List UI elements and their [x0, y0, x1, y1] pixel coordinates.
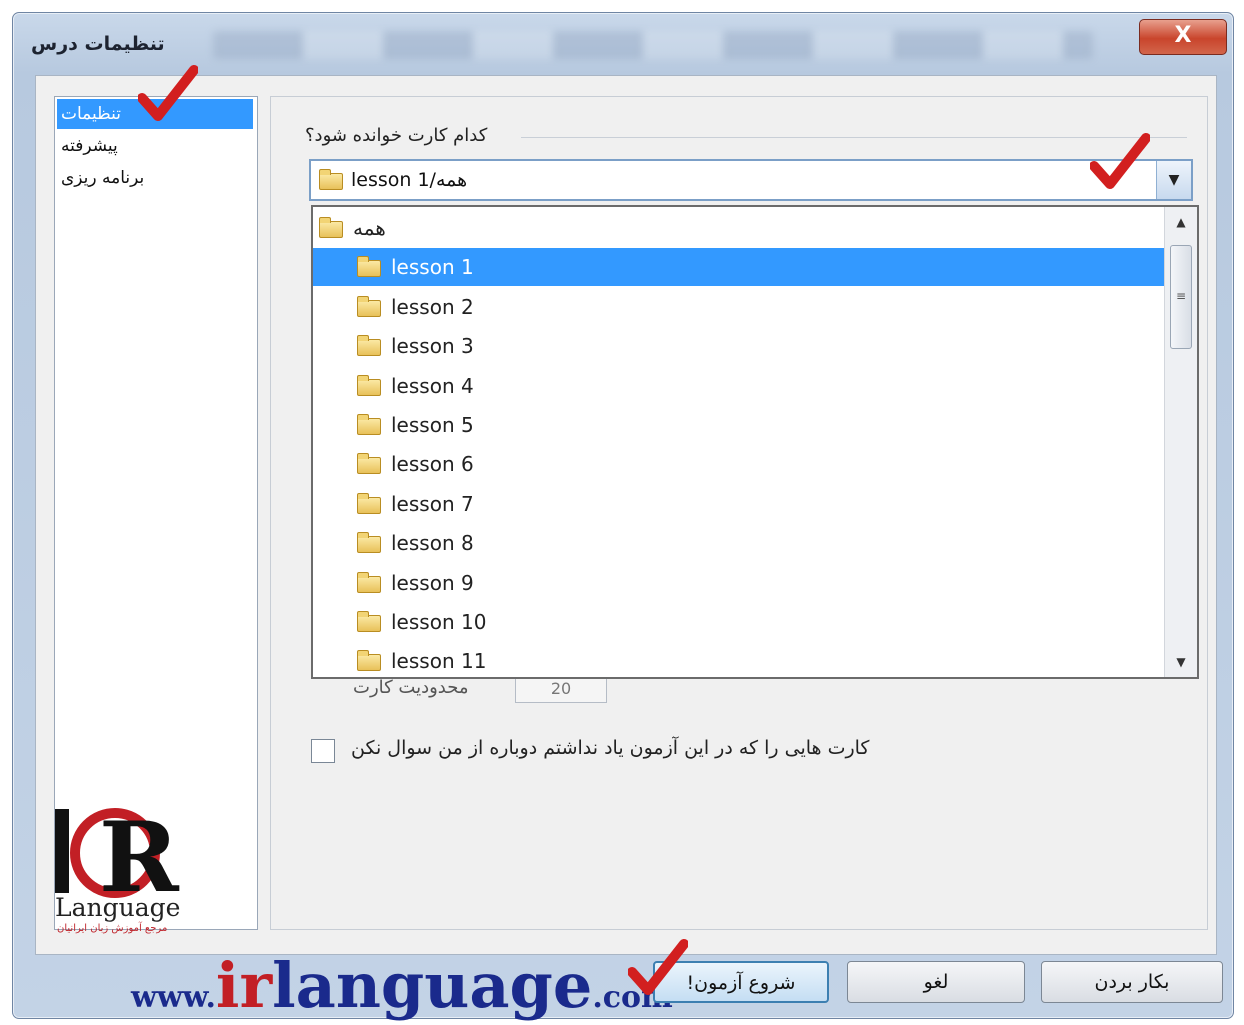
list-item[interactable]: lesson 2 [313, 288, 1165, 326]
svg-text:R: R [99, 805, 180, 901]
list-item[interactable]: lesson 3 [313, 327, 1165, 365]
list-item[interactable]: lesson 10 [313, 603, 1165, 641]
scroll-down-icon[interactable]: ▼ [1165, 647, 1197, 677]
list-item-label: lesson 6 [391, 452, 474, 477]
logo-tagline: مرجع آموزش زبان ایرانیان [57, 923, 168, 934]
folder-icon [357, 492, 381, 514]
list-item[interactable]: lesson 9 [313, 564, 1165, 602]
apply-button[interactable]: بکار بردن [1041, 961, 1223, 1003]
list-item-label: lesson 11 [391, 649, 487, 674]
list-item[interactable]: lesson 8 [313, 524, 1165, 562]
list-item-label: lesson 5 [391, 413, 474, 437]
folder-icon [357, 374, 381, 396]
list-item[interactable]: lesson 1 [313, 248, 1165, 287]
folder-icon [357, 650, 381, 672]
list-item-label: همه [353, 216, 386, 240]
card-set-dropdown[interactable]: همه lesson 1 lesson 2 lesson 3 lesson 4 lesso… [311, 205, 1199, 679]
title-bar[interactable]: تنظیمات درس X [13, 13, 1233, 77]
dont-ask-again-checkbox[interactable] [311, 739, 335, 763]
irlanguage-logo: R Language مرجع آموزش زبان ایرانیان [55, 801, 245, 935]
settings-nav-list: تنظیمات پیشرفته برنامه ریزی R Language م… [54, 96, 258, 934]
list-item[interactable]: همه [313, 209, 1165, 247]
folder-icon [357, 571, 381, 593]
watermark-www: www. [131, 980, 216, 1015]
folder-icon [319, 217, 343, 238]
list-item-label: lesson 3 [391, 334, 474, 359]
list-item[interactable]: lesson 4 [313, 367, 1165, 405]
settings-group: کدام کارت خوانده شود؟ lesson 1/همه ▼ محد… [270, 96, 1208, 930]
folder-icon [357, 256, 381, 278]
list-item[interactable]: lesson 5 [313, 406, 1165, 444]
start-test-button[interactable]: شروع آزمون! [653, 961, 829, 1003]
list-item-label: lesson 8 [391, 531, 474, 556]
list-item[interactable]: lesson 6 [313, 445, 1165, 483]
group-separator [521, 137, 1187, 138]
logo-language-text: Language [55, 893, 181, 922]
list-item-label: lesson 7 [391, 491, 474, 516]
window-title: تنظیمات درس [31, 33, 165, 55]
dialog-client-area: تنظیمات پیشرفته برنامه ریزی R Language م… [35, 75, 1217, 955]
card-limit-stepper[interactable]: 20 [515, 675, 607, 703]
cancel-button[interactable]: لغو [847, 961, 1025, 1003]
list-item-label: lesson 4 [391, 373, 474, 398]
list-item-label: lesson 1 [391, 255, 474, 280]
folder-icon [357, 611, 381, 632]
blurred-background [213, 31, 1093, 59]
list-item-label: lesson 2 [391, 294, 474, 319]
website-watermark: www.irlanguage.com [131, 949, 673, 1022]
watermark-language: language [272, 949, 593, 1022]
card-set-combobox[interactable]: lesson 1/همه ▼ [309, 159, 1193, 201]
dont-ask-again-label: کارت هایی را که در این آزمون یاد نداشتم … [351, 737, 870, 759]
scroll-up-icon[interactable]: ▲ [1165, 207, 1197, 237]
list-item-label: lesson 10 [391, 610, 487, 634]
close-button[interactable]: X [1139, 19, 1227, 55]
folder-icon [357, 335, 381, 357]
dropdown-scrollbar[interactable]: ▲ ≡ ▼ [1164, 207, 1197, 677]
folder-icon [357, 453, 381, 475]
nav-item-settings[interactable]: تنظیمات [57, 99, 253, 129]
chevron-down-icon[interactable]: ▼ [1156, 161, 1191, 199]
nav-item-advanced[interactable]: پیشرفته [57, 131, 253, 161]
folder-icon [357, 414, 381, 435]
combobox-value: lesson 1/همه [351, 169, 468, 191]
folder-icon [357, 532, 381, 554]
list-item[interactable]: lesson 11 [313, 642, 1165, 677]
card-limit-label: محدودیت کارت [353, 677, 469, 698]
dialog-window: تنظیمات درس X تنظیمات پیشرفته برنامه ریز… [12, 12, 1234, 1022]
folder-icon [319, 169, 343, 190]
nav-item-schedule[interactable]: برنامه ریزی [57, 163, 253, 193]
list-item-label: lesson 9 [391, 570, 474, 595]
watermark-ir: ir [215, 949, 273, 1022]
scrollbar-thumb[interactable]: ≡ [1170, 245, 1192, 349]
folder-icon [357, 295, 381, 317]
which-card-question: کدام کارت خوانده شود؟ [301, 125, 492, 146]
logo-mark-icon: R [55, 801, 180, 914]
list-item[interactable]: lesson 7 [313, 485, 1165, 523]
